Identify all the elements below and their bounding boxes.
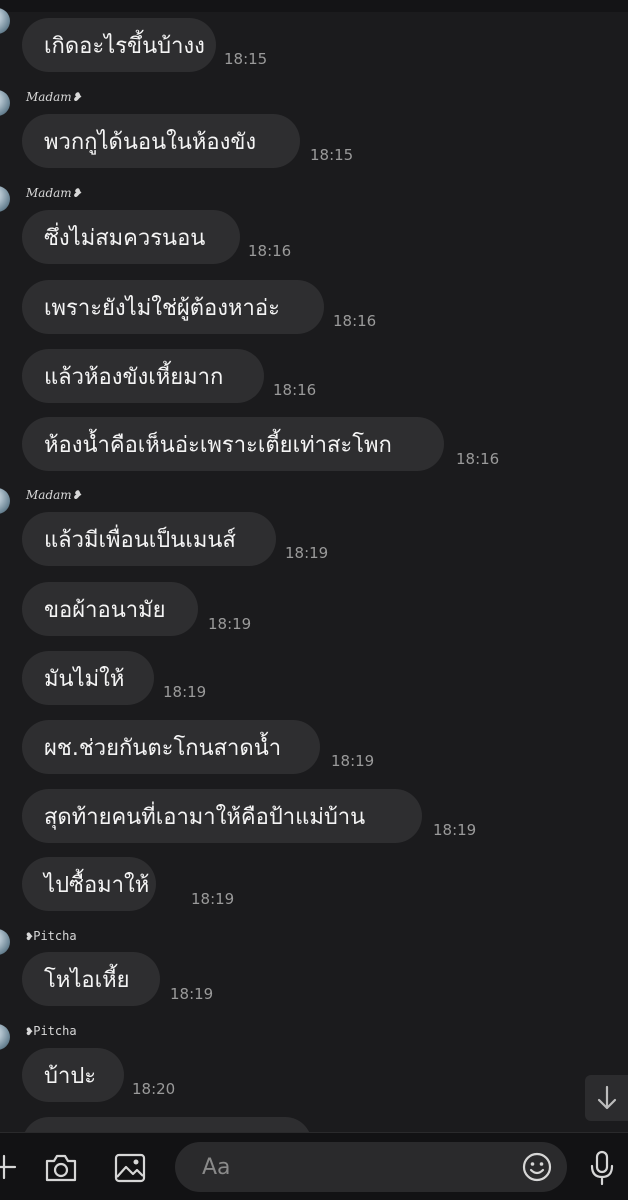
message-time: 18:19 <box>170 985 214 1003</box>
sender-name: Madam❥ <box>26 90 82 104</box>
message-bubble[interactable]: ผช.ช่วยกันตะโกนสาดน้ำ <box>22 720 320 774</box>
message-time: 18:20 <box>132 1080 176 1098</box>
voice-button[interactable] <box>586 1149 618 1187</box>
message-bubble[interactable]: ซึ่งไม่สมควรนอน <box>22 210 240 264</box>
message-time: 18:19 <box>331 752 375 770</box>
message-bubble[interactable]: ห้องน้ำคือเห็นอ่ะเพราะเตี้ยเท่าสะโพก <box>22 417 444 471</box>
message-bubble[interactable]: แล้วห้องขังเหี้ยมาก <box>22 349 264 403</box>
avatar[interactable] <box>0 1024 10 1050</box>
avatar[interactable] <box>0 90 10 116</box>
sender-name: ❥Pitcha <box>26 929 77 943</box>
camera-button[interactable] <box>44 1152 78 1184</box>
message-bubble[interactable]: เกิดอะไรขึ้นบ้างง <box>22 18 216 72</box>
message-time: 18:19 <box>433 821 477 839</box>
chat-area[interactable]: เกิดอะไรขึ้นบ้างง 18:15 Madam❥ พวกกูได้น… <box>0 0 628 1132</box>
microphone-icon <box>590 1150 614 1186</box>
message-bubble[interactable] <box>22 1117 312 1132</box>
message-time: 18:19 <box>163 683 207 701</box>
avatar[interactable] <box>0 186 10 212</box>
message-bubble[interactable]: พวกกูได้นอนในห้องขัง <box>22 114 300 168</box>
sender-name: Madam❥ <box>26 186 82 200</box>
message-input[interactable] <box>200 1153 504 1181</box>
scroll-down-button[interactable] <box>585 1075 628 1121</box>
arrow-down-icon <box>597 1085 616 1110</box>
emoji-button[interactable] <box>520 1150 554 1184</box>
message-bubble[interactable]: เพราะยังไม่ใช่ผู้ต้องหาอ่ะ <box>22 280 324 334</box>
sender-name: Madam❥ <box>26 488 82 502</box>
message-time: 18:19 <box>285 544 329 562</box>
message-bubble[interactable]: โหไอเหี้ย <box>22 952 160 1006</box>
image-button[interactable] <box>113 1152 147 1184</box>
sender-name: ❥Pitcha <box>26 1024 77 1038</box>
message-time: 18:15 <box>224 50 268 68</box>
message-bubble[interactable]: มันไม่ให้ <box>22 651 154 705</box>
message-composer <box>0 1132 628 1200</box>
message-bubble[interactable]: ขอผ้าอนามัย <box>22 582 198 636</box>
message-bubble[interactable]: แล้วมีเพื่อนเป็นเมนส์ <box>22 512 276 566</box>
image-icon <box>114 1153 146 1183</box>
message-time: 18:16 <box>333 312 377 330</box>
message-bubble[interactable]: บ้าปะ <box>22 1048 124 1102</box>
message-time: 18:19 <box>191 890 235 908</box>
message-time: 18:19 <box>208 615 252 633</box>
plus-icon <box>0 1154 17 1180</box>
message-input-box[interactable] <box>175 1142 567 1192</box>
message-time: 18:16 <box>456 450 500 468</box>
message-bubble[interactable]: สุดท้ายคนที่เอามาให้คือป้าแม่บ้าน <box>22 789 422 843</box>
message-time: 18:16 <box>273 381 317 399</box>
camera-icon <box>45 1154 77 1182</box>
message-time: 18:16 <box>248 242 292 260</box>
avatar[interactable] <box>0 488 10 514</box>
message-bubble[interactable]: ไปซื้อมาให้ <box>22 857 156 911</box>
avatar[interactable] <box>0 929 10 955</box>
top-bar <box>0 0 628 12</box>
message-time: 18:15 <box>310 146 354 164</box>
add-button[interactable] <box>0 1153 18 1181</box>
emoji-icon <box>522 1152 552 1182</box>
